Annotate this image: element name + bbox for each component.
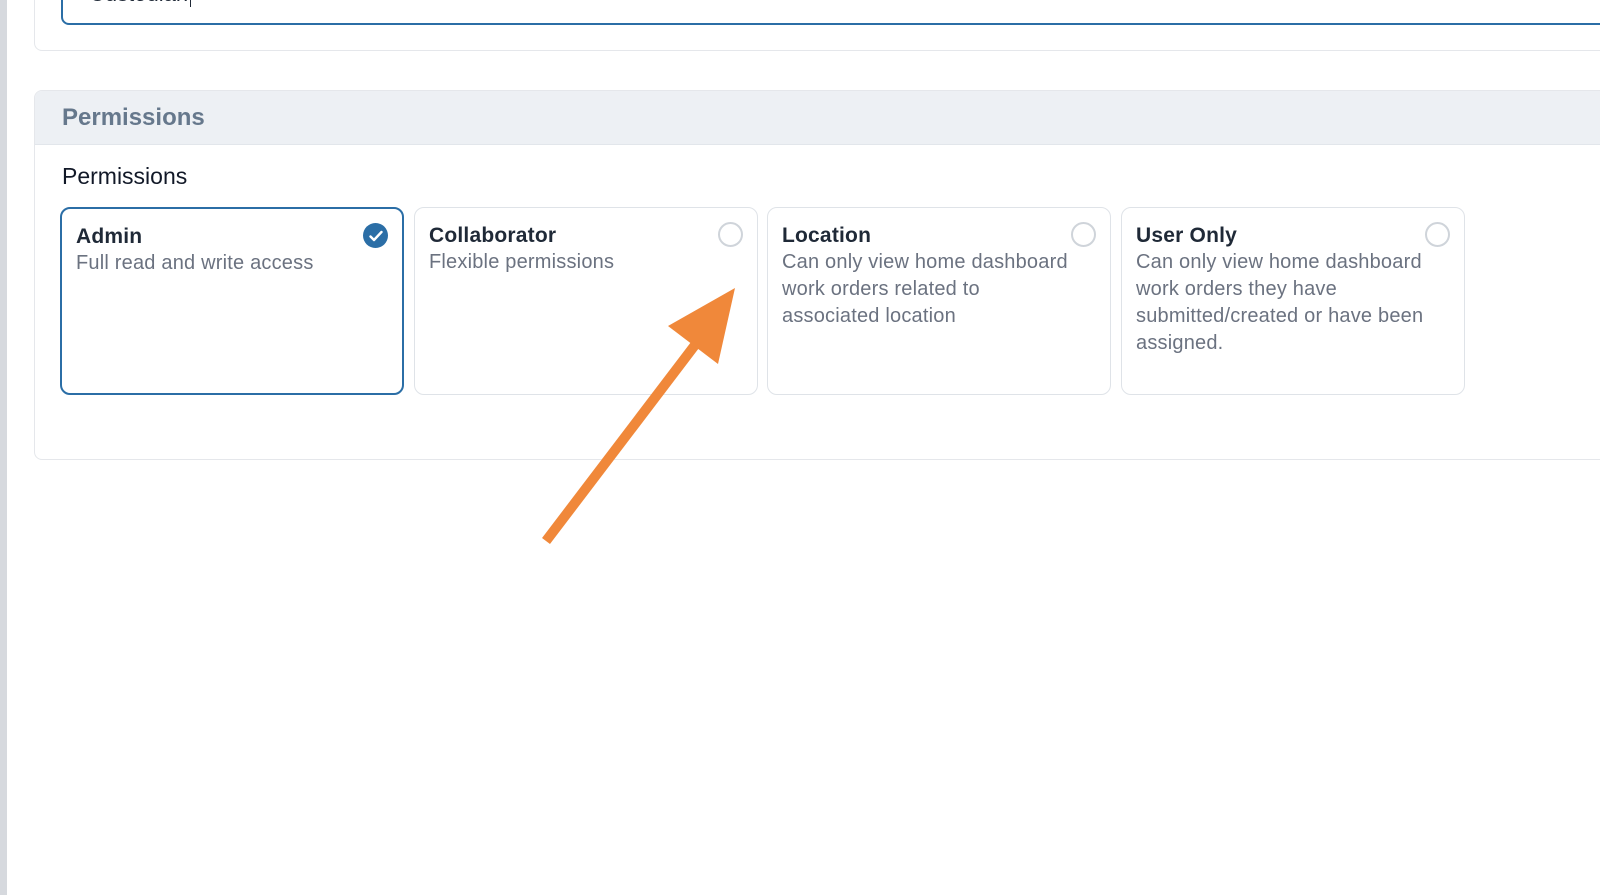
option-description: Can only view home dashboard work orders… (782, 251, 1068, 327)
option-description: Full read and write access (76, 252, 314, 274)
name-input[interactable]: Custodian (61, 0, 1600, 25)
check-circle-icon[interactable] (363, 223, 388, 248)
permission-option-location[interactable]: Location Can only view home dashboard wo… (767, 207, 1111, 395)
permissions-section-header: Permissions (35, 91, 1600, 145)
radio-empty-icon[interactable] (1425, 222, 1450, 247)
text-caret (190, 0, 192, 7)
radio-empty-icon[interactable] (718, 222, 743, 247)
section-title: Permissions (62, 103, 205, 131)
profile-card: Custodian (34, 0, 1600, 51)
option-description: Can only view home dashboard work orders… (1136, 251, 1424, 354)
permissions-field-label: Permissions (62, 163, 188, 189)
window-edge (0, 0, 7, 895)
permissions-section: Permissions Permissions Admin Full read … (34, 90, 1600, 460)
option-title: Location (782, 224, 872, 247)
radio-empty-icon[interactable] (1071, 222, 1096, 247)
name-input-value: Custodian (89, 0, 188, 8)
option-description: Flexible permissions (429, 251, 615, 273)
permission-option-collaborator[interactable]: Collaborator Flexible permissions (414, 207, 758, 395)
option-title: Admin (76, 225, 143, 248)
permission-option-user-only[interactable]: User Only Can only view home dashboard w… (1121, 207, 1465, 395)
permission-option-admin[interactable]: Admin Full read and write access (60, 207, 404, 395)
option-title: User Only (1136, 224, 1238, 247)
option-title: Collaborator (429, 224, 557, 247)
